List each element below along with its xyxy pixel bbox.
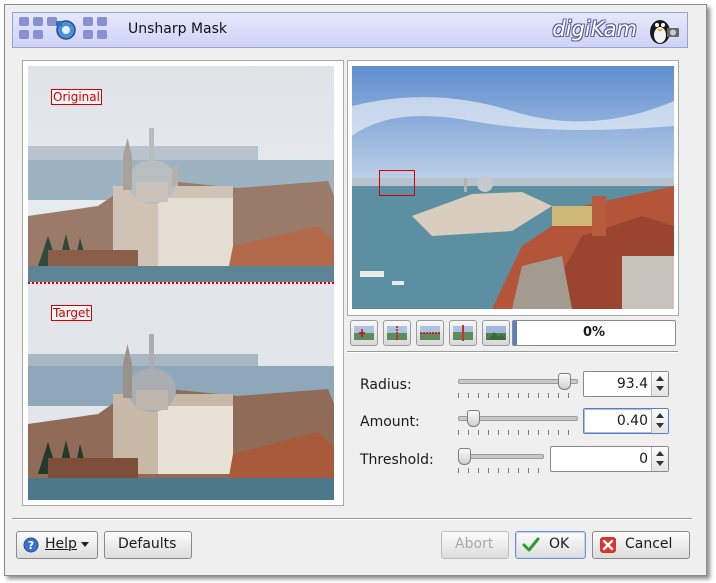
- split-horizontal-icon: [420, 326, 440, 340]
- tux-camera-icon: [650, 20, 679, 44]
- checkmark-icon: [522, 537, 540, 552]
- separate-vertical-button[interactable]: [449, 320, 477, 346]
- amount-value[interactable]: 0.40: [617, 413, 648, 429]
- threshold-spinbox[interactable]: 0: [550, 446, 669, 472]
- original-image-icon: [354, 326, 374, 340]
- split-vertical-icon: [387, 326, 407, 340]
- radius-up-arrow-icon[interactable]: [656, 376, 664, 381]
- threshold-up-arrow-icon[interactable]: [656, 451, 664, 456]
- target-image-icon: [486, 326, 506, 340]
- amount-label: Amount:: [360, 414, 420, 430]
- plugin-logo-icon: [19, 17, 119, 43]
- target-label: Target: [51, 305, 93, 321]
- help-icon: ?: [23, 537, 39, 553]
- ok-label: OK: [549, 536, 570, 552]
- threshold-slider[interactable]: [458, 448, 544, 474]
- defaults-button[interactable]: Defaults: [104, 531, 192, 559]
- split-guide-line[interactable]: [28, 282, 334, 284]
- threshold-label: Threshold:: [360, 452, 434, 468]
- amount-slider-handle[interactable]: [467, 410, 480, 427]
- split-vertical-button[interactable]: [383, 320, 411, 346]
- amount-up-arrow-icon[interactable]: [656, 413, 664, 418]
- radius-spinbox[interactable]: 93.4: [583, 371, 669, 397]
- radius-value[interactable]: 93.4: [617, 376, 648, 392]
- split-horizontal-button[interactable]: [416, 320, 444, 346]
- radius-slider[interactable]: [458, 373, 578, 399]
- cancel-icon: [600, 537, 616, 553]
- amount-spinbox[interactable]: 0.40: [583, 408, 669, 434]
- help-button[interactable]: ? Help: [16, 531, 98, 559]
- threshold-value[interactable]: 0: [639, 451, 648, 467]
- threshold-down-arrow-icon[interactable]: [656, 461, 664, 466]
- amount-down-arrow-icon[interactable]: [656, 423, 664, 428]
- threshold-slider-handle[interactable]: [458, 448, 471, 465]
- target-image-button[interactable]: [482, 320, 510, 346]
- split-preview-panel[interactable]: Original Target: [22, 60, 344, 506]
- original-image-button[interactable]: [350, 320, 378, 346]
- amount-slider[interactable]: [458, 410, 578, 436]
- original-label: Original: [51, 89, 102, 105]
- progress-bar: 0%: [512, 320, 676, 346]
- cancel-button[interactable]: Cancel: [592, 531, 690, 559]
- abort-button[interactable]: Abort: [441, 531, 509, 559]
- cancel-label: Cancel: [625, 536, 673, 552]
- defaults-label: Defaults: [118, 536, 177, 552]
- radius-down-arrow-icon[interactable]: [656, 386, 664, 391]
- help-label: Help: [45, 536, 77, 552]
- separator: [347, 351, 678, 353]
- overview-image[interactable]: [352, 66, 674, 309]
- chevron-down-icon: [81, 542, 89, 547]
- progress-text: 0%: [582, 325, 606, 340]
- dialog-banner: Unsharp Mask digiKam: [12, 12, 688, 48]
- dialog-title: Unsharp Mask: [128, 21, 228, 37]
- app-brand: digiKam: [552, 17, 637, 41]
- separate-vertical-icon: [453, 325, 473, 341]
- radius-slider-handle[interactable]: [558, 373, 571, 390]
- radius-label: Radius:: [360, 377, 412, 393]
- ok-button[interactable]: OK: [515, 531, 586, 559]
- button-separator: [12, 518, 692, 520]
- svg-text:?: ?: [28, 539, 34, 552]
- selection-rectangle[interactable]: [379, 170, 415, 196]
- abort-label: Abort: [455, 536, 494, 552]
- image-overview-panel: [347, 60, 679, 316]
